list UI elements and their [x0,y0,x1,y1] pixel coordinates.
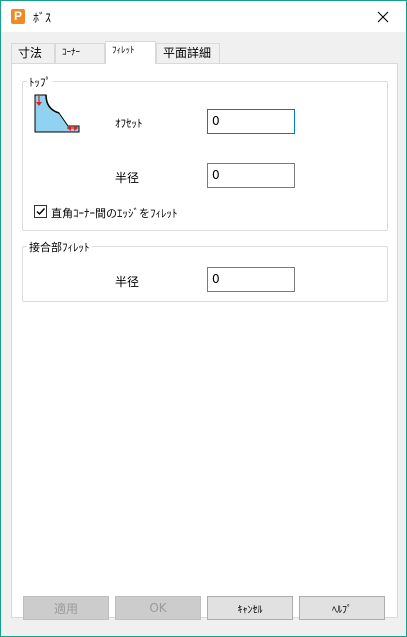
tab-dimensions[interactable]: 寸法 [11,43,55,63]
tab-fillet[interactable]: ﾌｨﾚｯﾄ [105,41,156,64]
help-button[interactable]: ﾍﾙﾌﾟ [299,596,385,620]
title-bar: P ﾎﾞｽ [1,1,406,32]
top-radius-input[interactable]: 0 [207,163,295,188]
offset-label: ｵﾌｾｯﾄ [115,117,143,130]
fillet-preview-image [34,94,80,133]
top-radius-label: 半径 [115,171,140,185]
offset-input[interactable]: 0 [207,109,295,134]
joint-radius-label: 半径 [115,275,140,289]
ok-button[interactable]: OK [115,596,201,620]
close-button[interactable] [360,1,406,32]
window-title: ﾎﾞｽ [33,11,52,25]
tab-panel-fillet: ﾄｯﾌﾟ ｵﾌｾｯﾄ 0 半径 0 直角ｺｰﾅｰ間のｴｯｼﾞをﾌｨﾚｯﾄ 接合部… [11,63,398,618]
fillet-edges-checkbox[interactable] [34,205,47,218]
apply-button[interactable]: 適用 [23,596,109,620]
joint-group: 接合部ﾌｨﾚｯﾄ 半径 0 [22,239,388,302]
close-icon [377,11,389,22]
top-group: ﾄｯﾌﾟ ｵﾌｾｯﾄ 0 半径 0 直角ｺｰﾅｰ間のｴｯｼﾞをﾌｨﾚｯﾄ [22,74,388,231]
tab-plane-detail[interactable]: 平面詳細 [156,43,220,63]
app-icon: P [11,9,25,24]
dialog-window: P ﾎﾞｽ 寸法 ｺｰﾅｰ ﾌｨﾚｯﾄ 平面詳細 ﾄｯﾌﾟ ｵﾌｾｯﾄ 0 半径… [0,0,407,637]
top-group-title: ﾄｯﾌﾟ [27,74,53,90]
cancel-button[interactable]: ｷｬﾝｾﾙ [207,596,293,620]
joint-group-title: 接合部ﾌｨﾚｯﾄ [27,239,92,255]
checkmark-icon [36,208,46,216]
fillet-edges-label[interactable]: 直角ｺｰﾅｰ間のｴｯｼﾞをﾌｨﾚｯﾄ [51,205,178,221]
joint-radius-input[interactable]: 0 [207,267,295,292]
tab-corner[interactable]: ｺｰﾅｰ [55,43,105,63]
